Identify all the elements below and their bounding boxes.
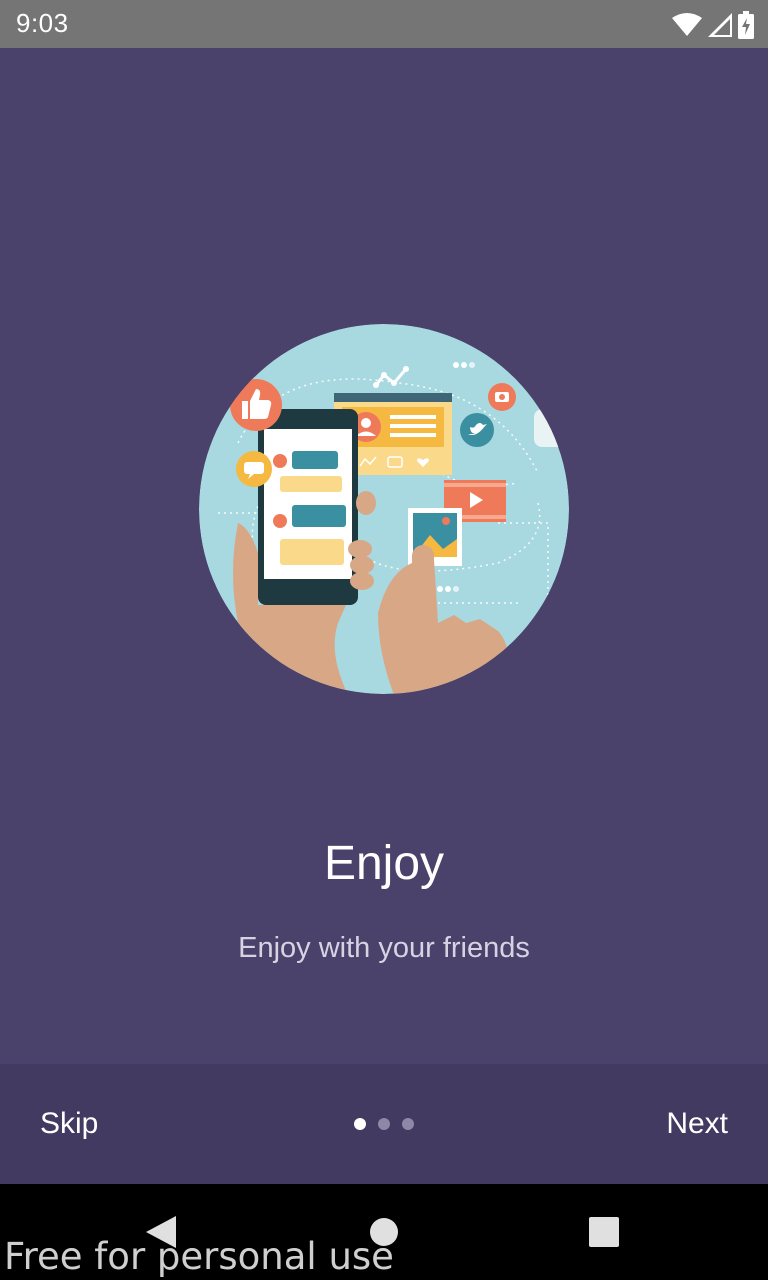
slide-subtitle: Enjoy with your friends xyxy=(238,932,530,964)
battery-charging-icon xyxy=(738,11,754,39)
page-dot-2[interactable] xyxy=(378,1118,390,1130)
next-button[interactable]: Next xyxy=(666,1104,728,1144)
page-dot-1[interactable] xyxy=(354,1118,366,1130)
status-icons xyxy=(672,10,754,40)
cell-signal-icon xyxy=(708,13,732,37)
slide-title: Enjoy xyxy=(323,837,445,890)
onboarding-bottom-bar: Skip Next xyxy=(0,1064,768,1184)
wifi-icon xyxy=(672,13,702,36)
onboarding-content: Enjoy Enjoy with your friends xyxy=(0,48,768,1064)
page-indicator xyxy=(354,1118,414,1130)
recents-icon[interactable] xyxy=(589,1217,619,1247)
status-bar: 9:03 xyxy=(0,0,768,48)
page-dot-3[interactable] xyxy=(402,1118,414,1130)
social-media-phone-illustration xyxy=(199,324,569,694)
status-time: 9:03 xyxy=(16,8,69,38)
watermark-text: Free for personal use xyxy=(4,1235,394,1278)
skip-button[interactable]: Skip xyxy=(40,1104,98,1144)
onboarding-screen: 9:03 Enjoy Enjoy with your friends Skip … xyxy=(0,0,768,1280)
